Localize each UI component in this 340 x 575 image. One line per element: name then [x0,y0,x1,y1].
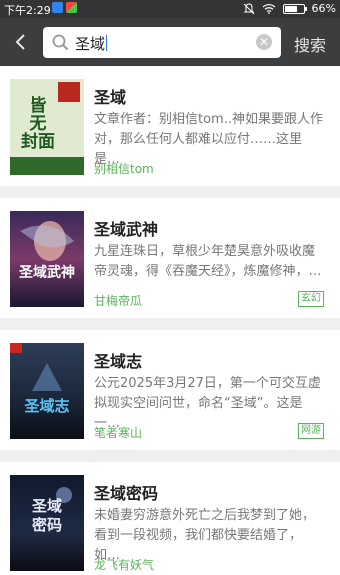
svg-text:无: 无 [29,114,47,134]
book-author: 别相信tom [94,162,154,176]
svg-text:封面: 封面 [21,131,55,152]
book-author: 笔者寒山 [94,426,143,440]
search-button[interactable]: 搜索 [294,32,326,56]
text-caret [106,35,108,51]
search-results-list: 皆 无 封面 圣域 文章作者：别相信tom..神如果要跟人作对，那么任何人都难以… [0,66,340,575]
mute-bell-icon [243,2,254,14]
clear-search-icon[interactable]: ✕ [256,34,272,50]
svg-text:圣域: 圣域 [31,497,62,515]
result-item-1[interactable]: 皆 无 封面 圣域 文章作者：别相信tom..神如果要跟人作对，那么任何人都难以… [0,66,340,186]
cover-image-night: 圣域 密码 [10,475,84,571]
divider [0,318,340,330]
shield-app-icon [52,2,63,13]
search-input[interactable]: 圣域 ✕ [43,27,281,58]
status-time: 下午2:29 [4,4,51,17]
book-author: 龙飞有妖气 [94,558,155,572]
battery-icon [282,3,307,14]
notification-icons [52,2,77,13]
genre-tag: 玄幻 [298,291,324,307]
book-title: 圣域 [94,88,127,107]
result-item-3[interactable]: 圣域志 圣域志 公元2025年3月27日，第一个可交互虚拟现实空间问世，命名“圣… [0,330,340,450]
book-description: 九星连珠日，草根少年楚昊意外吸收魔帝灵魂，得《吞魔天经》，炼魔修神，… [94,244,322,279]
status-bar: 下午2:29 66% [0,0,340,18]
back-arrow-icon[interactable] [9,28,33,56]
divider [0,186,340,198]
search-icon [52,34,69,51]
search-toolbar: 圣域 ✕ 搜索 [0,18,340,66]
book-cover: 圣域 密码 [10,475,84,571]
book-title: 圣域密码 [94,484,159,503]
cover-image-plain: 皆 无 封面 [10,79,84,175]
result-item-4[interactable]: 圣域 密码 圣域密码 未婚妻穷游意外死亡之后我梦到了她，看到一段视频，我们都快要… [0,462,340,575]
cover-image-warrior: 圣域武神 [10,211,84,307]
wifi-icon [262,4,275,14]
svg-text:密码: 密码 [32,516,62,534]
svg-text:圣域武神: 圣域武神 [18,264,75,281]
colorful-app-icon [66,2,77,13]
cover-image-dark: 圣域志 [10,343,84,439]
genre-tag: 网游 [298,423,324,439]
book-cover: 皆 无 封面 [10,79,84,175]
book-title: 圣域武神 [94,220,159,239]
battery-percent: 66% [311,2,336,15]
book-author: 甘梅帝瓜 [94,294,143,308]
book-cover: 圣域武神 [10,211,84,307]
search-query-text[interactable]: 圣域 [75,33,108,54]
svg-text:圣域志: 圣域志 [23,397,69,415]
book-title: 圣域志 [94,352,143,371]
divider [0,450,340,462]
svg-text:皆: 皆 [30,95,47,116]
book-cover: 圣域志 [10,343,84,439]
result-item-2[interactable]: 圣域武神 圣域武神 九星连珠日，草根少年楚昊意外吸收魔帝灵魂，得《吞魔天经》，炼… [0,198,340,318]
